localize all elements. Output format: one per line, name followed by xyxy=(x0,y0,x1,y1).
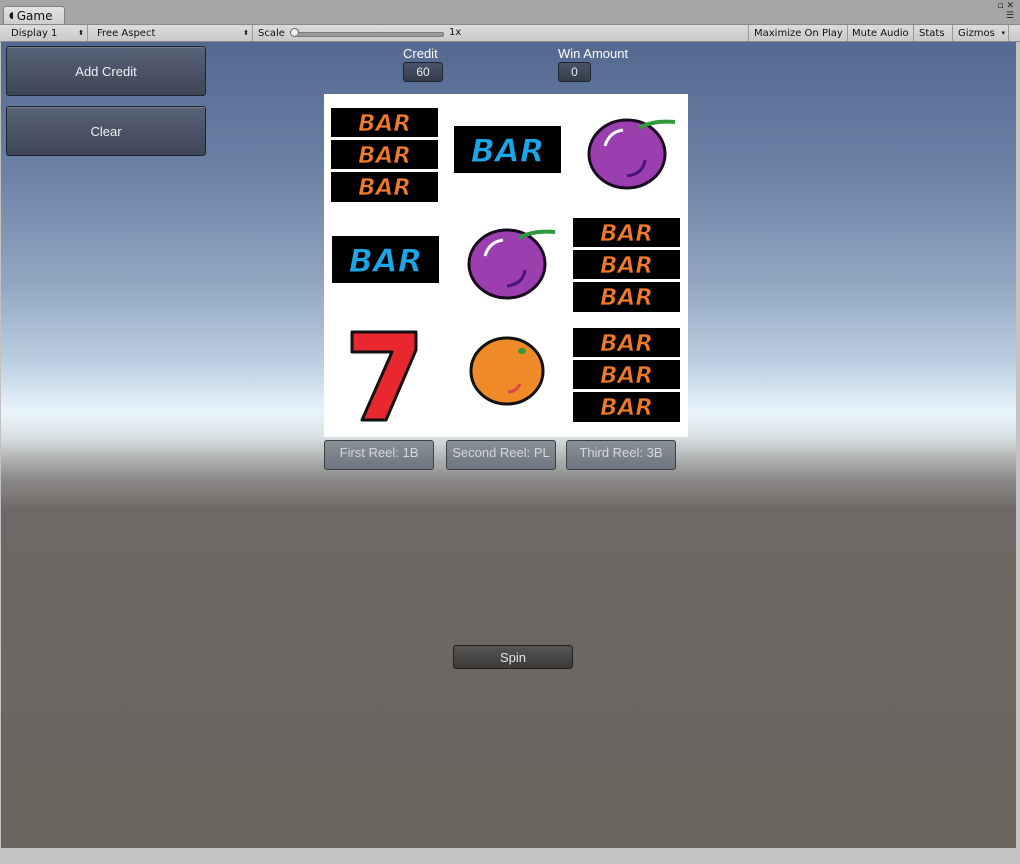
single-bar-symbol: BAR xyxy=(332,236,439,287)
dropdown-arrows-icon: ⬍ xyxy=(243,29,249,37)
orange-symbol xyxy=(468,334,546,410)
bar-text: BAR xyxy=(358,175,411,201)
maximize-on-play-toggle[interactable]: Maximize On Play xyxy=(748,25,848,41)
window-controls: ▫ ✕ ☰ xyxy=(997,1,1014,21)
bar-text: BAR xyxy=(600,363,653,389)
triple-bar-symbol: BAR BAR BAR xyxy=(573,218,680,316)
stats-label: Stats xyxy=(919,27,945,39)
win-amount-label: Win Amount xyxy=(558,46,629,61)
gizmos-dropdown[interactable]: Gizmos ▾ xyxy=(953,25,1009,41)
close-window-icon[interactable]: ✕ xyxy=(1006,1,1014,11)
scale-label: Scale xyxy=(258,27,285,39)
second-reel-button[interactable]: Second Reel: PL xyxy=(446,440,556,470)
tab-game[interactable]: ◖ Game xyxy=(3,6,65,24)
first-reel-button[interactable]: First Reel: 1B xyxy=(324,440,434,470)
clear-button[interactable]: Clear xyxy=(6,106,206,156)
bar-text: BAR xyxy=(358,111,411,137)
credit-label: Credit xyxy=(403,46,438,61)
scale-slider-track[interactable] xyxy=(296,32,444,37)
aspect-dropdown-label: Free Aspect xyxy=(97,27,156,39)
game-view-toolbar: Display 1 ⬍ Free Aspect ⬍ Scale 1x Maxim… xyxy=(0,25,1020,42)
win-amount-value: 0 xyxy=(558,62,591,82)
bar-text: BAR xyxy=(600,253,653,279)
third-reel-button[interactable]: Third Reel: 3B xyxy=(566,440,676,470)
mute-audio-label: Mute Audio xyxy=(852,27,909,39)
stats-toggle[interactable]: Stats xyxy=(914,25,953,41)
spin-button[interactable]: Spin xyxy=(453,645,573,669)
slot-reel-grid: BAR BAR BAR BAR BAR BAR BAR BAR 7 BAR BA… xyxy=(324,94,688,437)
mute-audio-toggle[interactable]: Mute Audio xyxy=(847,25,914,41)
maximize-on-play-label: Maximize On Play xyxy=(754,27,843,39)
maximize-window-icon[interactable]: ▫ xyxy=(997,1,1003,11)
bar-text: BAR xyxy=(600,395,653,421)
bar-text: BAR xyxy=(358,143,411,169)
seven-symbol: 7 xyxy=(348,328,420,428)
aspect-dropdown[interactable]: Free Aspect ⬍ xyxy=(92,25,253,41)
tab-game-label: Game xyxy=(16,8,53,23)
display-dropdown-label: Display 1 xyxy=(11,27,58,39)
bar-text: BAR xyxy=(600,221,653,247)
seven-text: 7 xyxy=(348,328,349,329)
dropdown-arrows-icon: ⬍ xyxy=(78,29,84,37)
bar-text: BAR xyxy=(600,285,653,311)
unity-game-icon: ◖ xyxy=(9,10,14,21)
triple-bar-symbol: BAR BAR BAR xyxy=(331,108,438,206)
credit-value: 60 xyxy=(403,62,443,82)
scale-slider-handle[interactable] xyxy=(290,28,299,37)
triple-bar-symbol: BAR BAR BAR xyxy=(573,328,680,426)
plum-symbol xyxy=(587,116,679,194)
bar-text: BAR xyxy=(349,242,423,280)
editor-titlebar: ◖ Game ▫ ✕ ☰ xyxy=(0,0,1020,25)
game-viewport: Add Credit Clear Credit 60 Win Amount 0 … xyxy=(1,42,1016,848)
add-credit-button[interactable]: Add Credit xyxy=(6,46,206,96)
gizmos-label: Gizmos xyxy=(958,27,995,39)
bar-text: BAR xyxy=(471,132,545,170)
single-bar-symbol: BAR xyxy=(454,126,561,177)
plum-symbol xyxy=(467,226,559,304)
scale-value: 1x xyxy=(449,27,462,38)
bar-text: BAR xyxy=(600,331,653,357)
chevron-down-icon: ▾ xyxy=(1001,29,1005,37)
display-dropdown[interactable]: Display 1 ⬍ xyxy=(6,25,88,41)
panel-menu-icon[interactable]: ☰ xyxy=(1006,11,1014,21)
